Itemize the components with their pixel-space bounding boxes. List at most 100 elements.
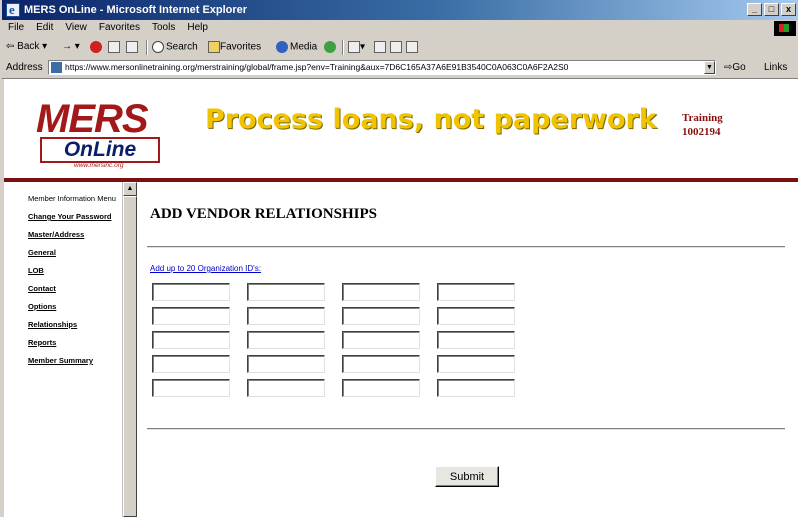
search-button[interactable]: Search	[152, 41, 198, 53]
main-content: ADD VENDOR RELATIONSHIPS Add up to 20 Or…	[137, 182, 798, 517]
address-label: Address	[6, 62, 43, 73]
menu-help[interactable]: Help	[187, 22, 208, 33]
forward-arrow-icon: →	[62, 41, 72, 52]
menu-file[interactable]: File	[8, 22, 24, 33]
org-id-input-11[interactable]	[342, 331, 420, 349]
environment-info: Training 1002194	[682, 111, 723, 139]
org-id-input-19[interactable]	[342, 379, 420, 397]
sidebar-scrollbar[interactable]: ▲	[122, 182, 137, 517]
menu-favorites[interactable]: Favorites	[99, 22, 140, 33]
sidebar-item-master-address[interactable]: Master/Address	[28, 230, 118, 239]
org-id-input-15[interactable]	[342, 355, 420, 373]
stop-button[interactable]	[90, 41, 104, 53]
sidebar-item-contact[interactable]: Contact	[28, 284, 118, 293]
toolbar: ⇦ Back ▾ → ▾ Search Favorites Media ▾	[2, 38, 798, 59]
scroll-up-arrow-icon[interactable]: ▲	[123, 182, 137, 196]
address-url: https://www.mersonlinetraining.org/merst…	[65, 62, 569, 72]
back-button[interactable]: ⇦ Back ▾	[6, 41, 47, 52]
mers-online-logo: MERS OnLine www.mersinc.org	[34, 99, 169, 171]
windows-logo-icon	[774, 21, 796, 36]
submit-button[interactable]: Submit	[435, 466, 499, 487]
discuss-icon	[406, 41, 418, 53]
favorites-icon	[208, 41, 220, 53]
back-arrow-icon: ⇦	[6, 41, 15, 52]
minimize-button[interactable]: _	[747, 3, 762, 16]
search-label: Search	[166, 41, 198, 53]
add-org-ids-link[interactable]: Add up to 20 Organization ID's:	[150, 264, 261, 273]
history-button[interactable]	[324, 41, 338, 53]
org-id-input-4[interactable]	[437, 283, 515, 301]
refresh-button[interactable]	[108, 41, 120, 53]
org-id-input-7[interactable]	[342, 307, 420, 325]
go-button[interactable]: ⇨Go	[724, 62, 746, 73]
org-id-input-20[interactable]	[437, 379, 515, 397]
print-button[interactable]	[374, 41, 386, 53]
media-button[interactable]: Media	[276, 41, 317, 53]
mers-banner: MERS OnLine www.mersinc.org Process loan…	[4, 79, 798, 182]
org-id-input-12[interactable]	[437, 331, 515, 349]
favorites-button[interactable]: Favorites	[208, 41, 261, 53]
org-id-input-16[interactable]	[437, 355, 515, 373]
title-bar: MERS OnLine - Microsoft Internet Explore…	[2, 0, 798, 20]
logo-online-text: OnLine	[40, 137, 160, 163]
org-id-input-18[interactable]	[247, 379, 325, 397]
sidebar-item-options[interactable]: Options	[28, 302, 118, 311]
page-viewport: MERS OnLine www.mersinc.org Process loan…	[4, 79, 798, 517]
org-id-input-3[interactable]	[342, 283, 420, 301]
logo-url-text: www.mersinc.org	[74, 162, 124, 169]
environment-label: Training	[682, 112, 723, 124]
org-id-input-9[interactable]	[152, 331, 230, 349]
address-dropdown-button[interactable]: ▼	[704, 61, 715, 74]
close-button[interactable]: x	[781, 3, 796, 16]
sidebar-item-reports[interactable]: Reports	[28, 338, 118, 347]
sidebar-item-member-summary[interactable]: Member Summary	[28, 356, 118, 365]
media-icon	[276, 41, 288, 53]
menu-view[interactable]: View	[65, 22, 87, 33]
org-id-input-10[interactable]	[247, 331, 325, 349]
sidebar-item-change-your-password[interactable]: Change Your Password	[28, 212, 118, 221]
org-id-input-2[interactable]	[247, 283, 325, 301]
slogan: Process loans, not paperwork	[205, 104, 657, 135]
browser-window: MERS OnLine - Microsoft Internet Explore…	[0, 0, 798, 517]
org-id-input-1[interactable]	[152, 283, 230, 301]
org-id-input-14[interactable]	[247, 355, 325, 373]
favorites-label: Favorites	[220, 41, 262, 53]
home-icon	[126, 41, 138, 53]
edit-button[interactable]	[390, 41, 402, 53]
org-id-grid	[152, 283, 515, 397]
org-id-input-8[interactable]	[437, 307, 515, 325]
mail-icon	[348, 41, 360, 53]
org-id-input-13[interactable]	[152, 355, 230, 373]
org-id: 1002194	[682, 126, 721, 138]
restore-button[interactable]: □	[764, 3, 779, 16]
home-button[interactable]	[126, 41, 138, 53]
page-icon	[51, 62, 62, 73]
menu-bar: File Edit View Favorites Tools Help	[2, 20, 798, 39]
address-input[interactable]: https://www.mersonlinetraining.org/merst…	[48, 60, 716, 75]
divider-bottom	[147, 428, 785, 430]
print-icon	[374, 41, 386, 53]
go-label: Go	[732, 62, 746, 73]
org-id-input-6[interactable]	[247, 307, 325, 325]
org-id-input-5[interactable]	[152, 307, 230, 325]
discuss-button[interactable]	[406, 41, 418, 53]
forward-button[interactable]: → ▾	[62, 41, 80, 52]
menu-tools[interactable]: Tools	[152, 22, 175, 33]
sidebar-item-lob[interactable]: LOB	[28, 266, 118, 275]
sidebar-item-general[interactable]: General	[28, 248, 118, 257]
media-label: Media	[290, 41, 318, 53]
address-bar: Address https://www.mersonlinetraining.o…	[2, 58, 798, 79]
sidebar-item-relationships[interactable]: Relationships	[28, 320, 118, 329]
sidebar-heading: Member Information Menu	[28, 194, 116, 203]
links-button[interactable]: Links	[764, 62, 787, 73]
org-id-input-17[interactable]	[152, 379, 230, 397]
menu-edit[interactable]: Edit	[36, 22, 53, 33]
page-title: ADD VENDOR RELATIONSHIPS	[150, 206, 377, 222]
search-icon	[152, 41, 164, 53]
sidebar: Member Information Menu Change Your Passw…	[4, 182, 122, 517]
stop-icon	[90, 41, 102, 53]
divider-top	[147, 246, 785, 248]
mail-button[interactable]: ▾	[348, 41, 365, 53]
internet-explorer-icon	[6, 0, 20, 20]
scrollbar-thumb[interactable]	[123, 196, 137, 517]
